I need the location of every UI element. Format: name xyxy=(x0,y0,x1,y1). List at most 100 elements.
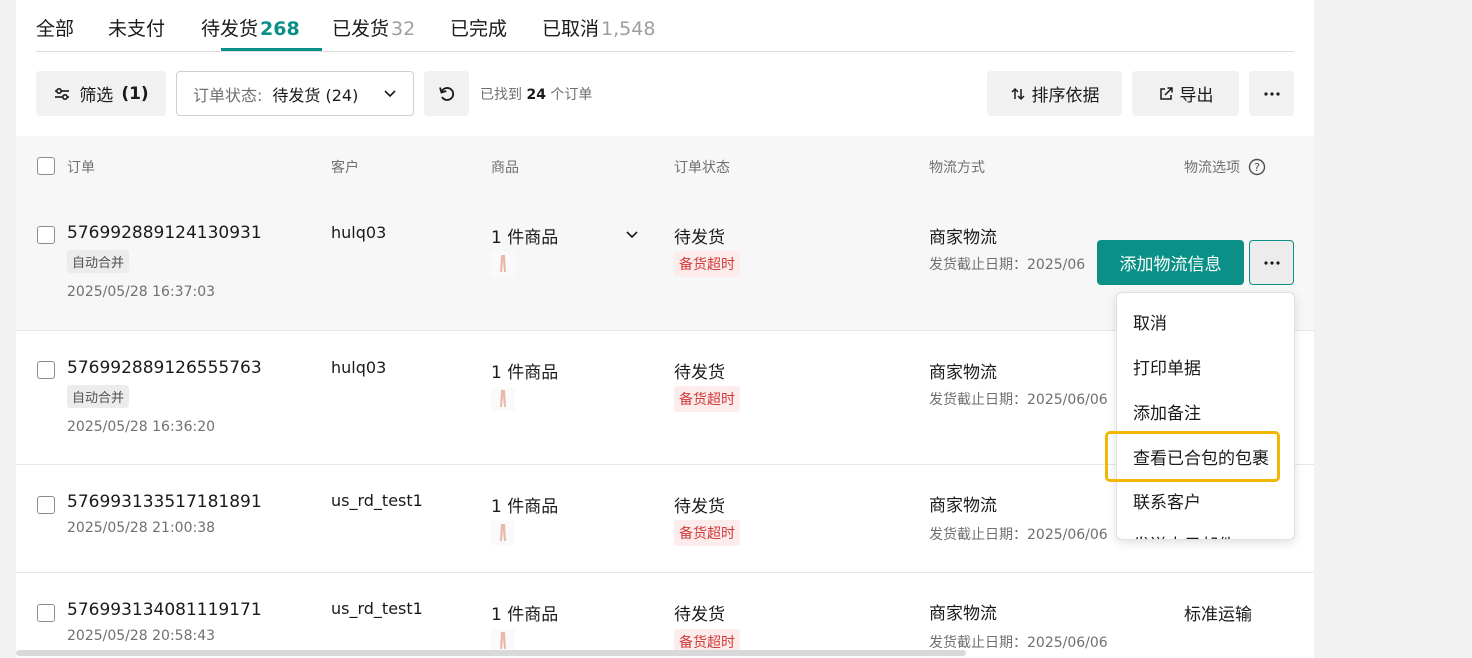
ship-deadline: 发货截止日期：2025/06/06 xyxy=(929,635,1108,651)
active-tab-indicator xyxy=(221,48,322,51)
menu-item-print[interactable]: 打印单据 xyxy=(1133,354,1201,379)
tab-to-ship[interactable]: 待发货 268 xyxy=(201,14,300,41)
row-checkbox[interactable] xyxy=(37,226,55,244)
order-id[interactable]: 576993134081119171 xyxy=(67,600,262,620)
horizontal-scrollbar[interactable] xyxy=(16,650,966,656)
order-date: 2025/05/28 16:37:03 xyxy=(67,284,216,300)
order-date: 2025/05/28 21:00:38 xyxy=(67,520,216,536)
merge-tag: 自动合并 xyxy=(67,385,130,408)
row-more-button[interactable] xyxy=(1249,240,1294,285)
tab-label: 已发货 xyxy=(332,18,390,40)
refresh-button[interactable] xyxy=(424,71,469,116)
chevron-down-icon[interactable] xyxy=(625,228,639,242)
more-icon xyxy=(1263,260,1280,265)
refresh-icon xyxy=(438,86,454,101)
order-status: 待发货 xyxy=(674,497,725,517)
order-date: 2025/05/28 16:36:20 xyxy=(67,419,216,435)
sort-button[interactable]: 排序依据 xyxy=(987,71,1122,116)
customer-name: us_rd_test1 xyxy=(331,491,423,510)
menu-item-add-note[interactable]: 添加备注 xyxy=(1133,399,1201,424)
order-id[interactable]: 576993133517181891 xyxy=(67,492,262,512)
overdue-badge: 备货超时 xyxy=(674,386,740,412)
customer-name: hulq03 xyxy=(331,223,387,242)
select-all-checkbox[interactable] xyxy=(37,157,55,175)
filter-button[interactable]: 筛选 (1) xyxy=(36,71,166,116)
shipping-method: 商家物流 xyxy=(929,496,997,516)
product-count: 1 件商品 xyxy=(491,228,559,248)
product-count: 1 件商品 xyxy=(491,363,559,383)
tab-cancelled[interactable]: 已取消 1,548 xyxy=(542,14,655,41)
tab-label: 已完成 xyxy=(450,18,508,40)
export-button[interactable]: 导出 xyxy=(1132,71,1239,116)
select-value: 待发货 (24) xyxy=(272,85,359,105)
ship-deadline: 发货截止日期：2025/06/06 xyxy=(929,392,1108,408)
menu-item-send-email[interactable]: 发送电子邮件 xyxy=(1133,531,1235,539)
tab-label: 未支付 xyxy=(108,18,166,40)
found-count: 24 xyxy=(526,87,546,103)
status-tabs: 全部 未支付 待发货 268 已发货 32 已完成 已取消 1,548 xyxy=(36,0,1294,52)
table-header xyxy=(16,136,1314,196)
tab-shipped[interactable]: 已发货 32 xyxy=(332,14,415,41)
more-actions-button[interactable] xyxy=(1249,71,1294,116)
row-checkbox[interactable] xyxy=(37,496,55,514)
select-label: 订单状态: xyxy=(193,85,263,105)
filter-label: 筛选 xyxy=(79,86,114,106)
product-thumbnail xyxy=(491,252,515,276)
tab-completed[interactable]: 已完成 xyxy=(450,14,507,41)
overdue-badge: 备货超时 xyxy=(674,520,740,546)
customer-name: us_rd_test1 xyxy=(331,599,423,618)
row-checkbox[interactable] xyxy=(37,604,55,622)
highlight-outline xyxy=(1105,431,1280,482)
more-icon xyxy=(1263,91,1280,96)
filter-count: (1) xyxy=(121,83,149,104)
header-order: 订单 xyxy=(67,160,95,176)
header-shipping: 物流方式 xyxy=(929,160,985,176)
tab-all[interactable]: 全部 xyxy=(36,14,74,41)
tab-count: 268 xyxy=(260,18,300,40)
filter-icon xyxy=(55,87,70,100)
product-count: 1 件商品 xyxy=(491,605,559,625)
order-status: 待发货 xyxy=(674,363,725,383)
header-customer: 客户 xyxy=(331,160,359,176)
order-date: 2025/05/28 20:58:43 xyxy=(67,628,216,644)
export-icon xyxy=(1159,86,1173,100)
tab-label: 待发货 xyxy=(201,18,259,40)
chevron-down-icon xyxy=(384,89,396,97)
svg-text:?: ? xyxy=(1255,161,1261,174)
order-status: 待发货 xyxy=(674,228,725,248)
header-status: 订单状态 xyxy=(674,160,730,176)
row-actions-menu: 取消 打印单据 添加备注 查看已合包的包裹 联系客户 发送电子邮件 xyxy=(1116,292,1295,540)
product-count: 1 件商品 xyxy=(491,497,559,517)
header-product: 商品 xyxy=(491,160,519,176)
sort-label: 排序依据 xyxy=(1031,86,1100,106)
menu-item-cancel[interactable]: 取消 xyxy=(1133,309,1167,334)
found-prefix: 已找到 xyxy=(480,87,522,103)
menu-item-contact-customer[interactable]: 联系客户 xyxy=(1133,488,1201,513)
customer-name: hulq03 xyxy=(331,358,387,377)
tab-label: 全部 xyxy=(36,18,75,40)
row-checkbox[interactable] xyxy=(37,361,55,379)
shipping-method: 商家物流 xyxy=(929,604,997,624)
tab-count: 32 xyxy=(391,18,416,40)
sort-icon xyxy=(1010,87,1025,100)
overdue-badge: 备货超时 xyxy=(674,251,740,277)
add-tracking-button[interactable]: 添加物流信息 xyxy=(1097,240,1244,285)
table-row[interactable]: 576993134081119171 2025/05/28 20:58:43 u… xyxy=(16,573,1314,658)
help-icon[interactable]: ? xyxy=(1248,158,1266,176)
header-shipping-option: 物流选项 ? xyxy=(1184,157,1266,177)
tab-count: 1,548 xyxy=(601,18,656,40)
export-label: 导出 xyxy=(1179,86,1214,106)
shipping-method: 商家物流 xyxy=(929,363,997,383)
ship-deadline: 发货截止日期：2025/06 xyxy=(929,257,1086,273)
shipping-method: 商家物流 xyxy=(929,228,997,248)
order-id[interactable]: 576992889126555763 xyxy=(67,358,262,378)
order-status: 待发货 xyxy=(674,605,725,625)
tab-label: 已取消 xyxy=(542,18,600,40)
found-suffix: 个订单 xyxy=(550,87,593,103)
tab-unpaid[interactable]: 未支付 xyxy=(108,14,165,41)
product-thumbnail xyxy=(491,387,515,411)
shipping-option: 标准运输 xyxy=(1184,605,1252,625)
order-status-select[interactable]: 订单状态: 待发货 (24) xyxy=(176,71,414,116)
order-id[interactable]: 576992889124130931 xyxy=(67,223,262,243)
product-thumbnail xyxy=(491,521,515,545)
